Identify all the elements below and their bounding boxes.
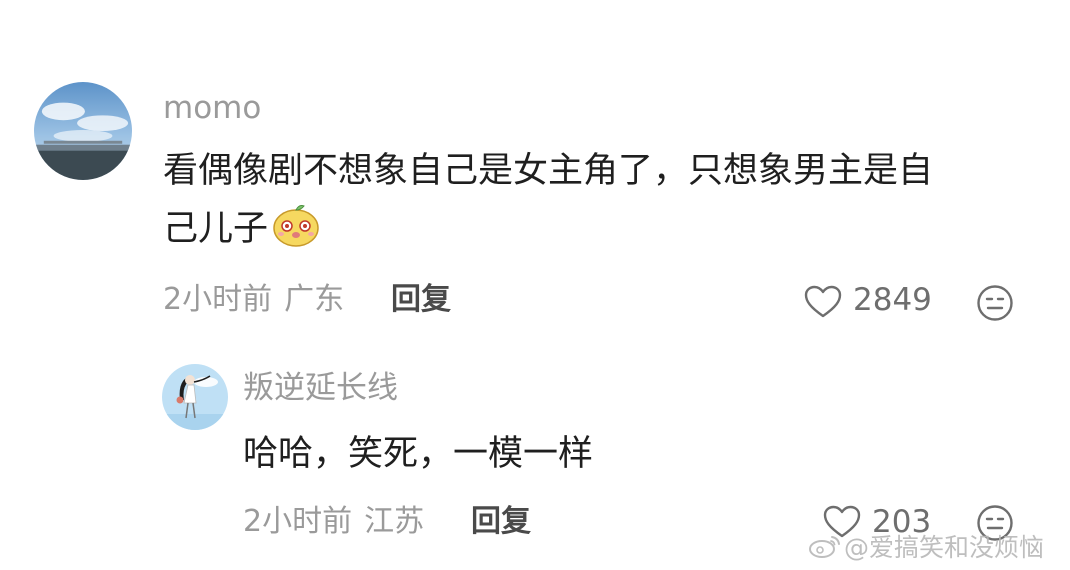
username[interactable]: momo: [163, 93, 261, 124]
avatar[interactable]: [34, 82, 132, 180]
avatar[interactable]: [162, 364, 228, 430]
reply-button[interactable]: 回复: [391, 285, 451, 315]
weibo-logo-icon: [808, 533, 842, 559]
comment-text-line: 看偶像剧不想象自己是女主角了，只想象男主是自: [163, 151, 934, 191]
smiley-face-icon[interactable]: [976, 284, 1014, 322]
location: 广东: [284, 282, 345, 317]
comment-meta: 2小时前 广东: [163, 285, 344, 315]
username[interactable]: 叛逆延长线: [243, 373, 398, 404]
watermark: @爱搞笑和没烦恼: [808, 530, 1044, 562]
like-count: 2849: [853, 282, 932, 318]
location: 江苏: [364, 504, 425, 539]
heart-icon[interactable]: [804, 285, 842, 319]
comment-text: 看偶像剧不想象自己是女主角了，只想象男主是自 己儿子: [163, 142, 1023, 258]
timestamp: 2小时前: [163, 282, 273, 317]
yellow-blob-emoji-icon: [270, 202, 322, 248]
reply-button[interactable]: 回复: [471, 507, 531, 537]
comment-text: 哈哈，笑死，一模一样: [243, 434, 594, 474]
comment-meta: 2小时前 江苏: [243, 507, 424, 537]
timestamp: 2小时前: [243, 504, 353, 539]
comment-text-line: 己儿子: [163, 200, 1023, 258]
watermark-text: @爱搞笑和没烦恼: [844, 533, 1045, 562]
